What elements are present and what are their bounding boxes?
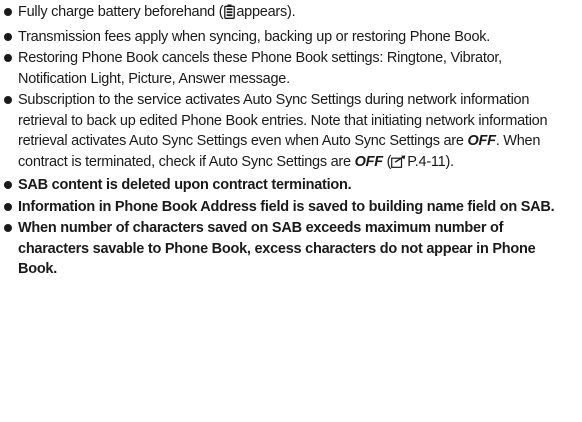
- note-excess-characters: When number of characters saved on SAB e…: [4, 218, 574, 280]
- note-sab-deleted: SAB content is deleted upon contract ter…: [4, 175, 574, 196]
- off-setting-label: OFF: [354, 153, 384, 170]
- bullet-icon: [4, 218, 18, 239]
- note-text: Subscription to the service activates Au…: [18, 90, 574, 174]
- note-transmission-fees: Transmission fees apply when syncing, ba…: [4, 27, 574, 48]
- note-text: SAB content is deleted upon contract ter…: [18, 177, 352, 193]
- note-auto-sync: Subscription to the service activates Au…: [4, 90, 574, 174]
- page-reference-link[interactable]: P.4-11: [407, 154, 446, 170]
- bullet-icon: [4, 2, 18, 23]
- note-text-part: appears).: [236, 4, 296, 20]
- note-restore-cancels: Restoring Phone Book cancels these Phone…: [4, 48, 574, 89]
- note-charge-battery: Fully charge battery beforehand ( appears…: [4, 2, 574, 26]
- note-text: Information in Phone Book Address field …: [18, 198, 555, 215]
- note-text-part: ).: [445, 153, 454, 170]
- reference-pointer-icon: [391, 154, 406, 175]
- note-text: Restoring Phone Book cancels these Phone…: [18, 50, 502, 87]
- notes-list: Fully charge battery beforehand ( appears…: [0, 0, 582, 422]
- bullet-icon: [4, 90, 18, 111]
- note-text-part: (: [382, 153, 392, 170]
- note-text-part: Fully charge battery beforehand (: [18, 4, 224, 20]
- note-text: Fully charge battery beforehand ( appears…: [18, 2, 574, 26]
- note-text: When number of characters saved on SAB e…: [18, 220, 536, 277]
- off-setting-label: OFF: [467, 133, 496, 149]
- bullet-icon: [4, 175, 18, 196]
- note-text: Transmission fees apply when syncing, ba…: [18, 28, 491, 45]
- note-address-field: Information in Phone Book Address field …: [4, 197, 574, 218]
- bullet-icon: [4, 27, 18, 48]
- battery-icon: [224, 4, 236, 26]
- bullet-icon: [4, 48, 18, 69]
- bullet-icon: [4, 197, 18, 218]
